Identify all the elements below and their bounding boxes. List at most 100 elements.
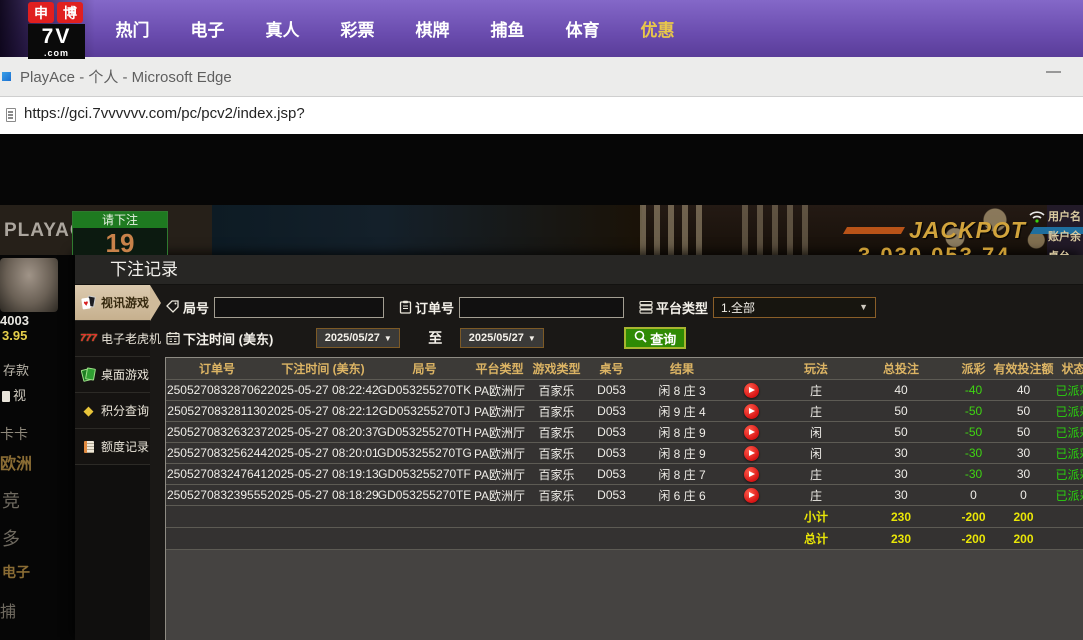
- date-from-button[interactable]: 2025/05/27 ▼: [316, 328, 401, 348]
- chevron-down-icon: ▼: [859, 302, 869, 312]
- sidebar-item-0[interactable]: ♥ 视讯游戏: [75, 285, 161, 321]
- date-to-value: 2025/05/27: [468, 332, 524, 344]
- replay-play-button[interactable]: [743, 403, 759, 419]
- replay-play-button[interactable]: [743, 424, 759, 440]
- grand-total-row: 总计 230 -200 200: [166, 528, 1083, 550]
- cell-status: [1046, 528, 1083, 549]
- cell-table-no: D053: [597, 467, 626, 481]
- replay-play-button[interactable]: [743, 466, 759, 482]
- bet-time-label: 下注时间 (美东): [183, 331, 274, 347]
- nav-item-7[interactable]: 优惠: [620, 16, 695, 41]
- cell-platform: PA欧洲厅: [473, 404, 526, 419]
- minimize-button[interactable]: —: [1046, 63, 1061, 80]
- casino-banner: PLAYACE 请下注 19 JACKPOT 3,030,053.74 用户名账…: [0, 205, 1083, 255]
- table-game-icon: [80, 367, 97, 382]
- background-fragment: 欧洲: [0, 456, 33, 473]
- search-button-label: 查询: [650, 331, 677, 347]
- cell-order-no: [166, 528, 268, 549]
- platform-type-label: 平台类型: [656, 300, 709, 316]
- cell-status: 已派彩: [1055, 446, 1083, 461]
- cell-total-bet: 30: [894, 467, 908, 481]
- logo-badge-right: 博: [57, 2, 83, 23]
- cell-table-no: [585, 528, 638, 549]
- cell-status: 状态: [1061, 362, 1083, 376]
- cell-total-bet: 总投注: [882, 362, 919, 376]
- cell-replay: [726, 380, 776, 400]
- cell-play-side: 庄: [809, 467, 822, 482]
- cell-round-no: 局号: [412, 362, 437, 376]
- nav-item-3[interactable]: 彩票: [320, 16, 395, 41]
- user-avatar[interactable]: [0, 258, 58, 312]
- cell-status: 已派彩: [1055, 467, 1083, 482]
- cell-bet-time: 2025-05-27 08:22:42: [267, 383, 379, 397]
- cell-result: 闲 8 庄 3: [658, 383, 706, 398]
- sidebar-item-label: 积分查询: [101, 404, 150, 418]
- table-header-row: 订单号 下注时间 (美东) 局号 平台类型 游戏类型 桌号 结果 玩法 总投注 派彩 有效投注额 状态: [166, 358, 1083, 380]
- cell-replay: [726, 358, 776, 379]
- replay-play-button[interactable]: [743, 445, 759, 461]
- browser-url-bar: https://gci.7vvvvvv.com/pc/pcv2/index.js…: [0, 97, 1083, 134]
- background-fragment: 多: [2, 529, 20, 549]
- cell-platform: [471, 528, 528, 549]
- order-no-input[interactable]: [459, 296, 625, 318]
- sidebar-item-2[interactable]: 桌面游戏: [75, 357, 150, 393]
- cell-total-bet: 30: [894, 446, 908, 460]
- jackpot-slash-left: [842, 227, 906, 234]
- replay-play-button[interactable]: [743, 487, 759, 503]
- cell-result: 闲 8 庄 9: [658, 425, 706, 440]
- nav-item-6[interactable]: 体育: [545, 16, 620, 41]
- sidebar-item-4[interactable]: 额度记录: [75, 429, 150, 465]
- banner-stripes: [742, 205, 814, 255]
- cell-bet-time: 2025-05-27 08:22:12: [267, 404, 379, 418]
- table-row: 250527083263237 2025-05-27 08:20:37 GD0532…: [166, 422, 1083, 443]
- replay-play-button[interactable]: [743, 382, 759, 398]
- cell-game-type: 百家乐: [538, 425, 575, 440]
- jackpot-label: JACKPOT: [909, 217, 1026, 243]
- cell-payout: -200: [961, 509, 986, 524]
- cell-platform: PA欧洲厅: [473, 383, 526, 398]
- cell-platform: PA欧洲厅: [473, 425, 526, 440]
- cell-replay: [726, 528, 776, 549]
- cell-bet-time: [268, 506, 378, 527]
- filters-panel: 局号 订单号 平台类型 1.全部 ▼ 下注时间 (美东) 2025/05/27 …: [166, 296, 1083, 349]
- cell-payout: 0: [970, 488, 977, 502]
- sidebar-item-3[interactable]: ◆ 积分查询: [75, 393, 150, 429]
- cell-total-bet: 50: [894, 404, 908, 418]
- play-icon: [749, 429, 755, 435]
- order-no-label: 订单号: [415, 300, 455, 316]
- cell-valid-bet: 30: [1016, 446, 1031, 460]
- cell-replay: [726, 464, 776, 484]
- cell-status: 已派彩: [1055, 488, 1083, 503]
- background-fragment: 卡卡: [0, 426, 28, 442]
- cell-round-no: GD053255270TJ: [378, 404, 471, 418]
- cell-game-type: [528, 506, 585, 527]
- cell-bet-time: 下注时间 (美东): [281, 362, 365, 376]
- cell-round-no: GD053255270TH: [377, 425, 472, 439]
- cell-valid-bet: 50: [1016, 425, 1031, 439]
- search-button[interactable]: 查询: [624, 327, 687, 349]
- cell-play-side: 小计: [803, 510, 828, 524]
- site-logo[interactable]: 申 博 7V .com: [28, 2, 85, 59]
- sidebar-item-1[interactable]: 777 电子老虎机: [75, 321, 161, 357]
- url-field[interactable]: https://gci.7vvvvvv.com/pc/pcv2/index.js…: [24, 105, 305, 122]
- platform-type-select[interactable]: 1.全部 ▼: [713, 296, 877, 318]
- play-icon: [749, 471, 755, 477]
- cell-valid-bet: 40: [1016, 383, 1031, 397]
- cell-status: 已派彩: [1055, 404, 1083, 419]
- banner-mid-panel: [212, 205, 642, 255]
- points-diamond-icon: ◆: [83, 403, 94, 418]
- cell-game-type: 百家乐: [538, 404, 575, 419]
- nav-item-5[interactable]: 捕鱼: [470, 16, 545, 41]
- cell-game-type: 百家乐: [538, 383, 575, 398]
- slot-777-icon: 777: [80, 333, 97, 344]
- nav-item-2[interactable]: 真人: [245, 16, 320, 41]
- nav-item-1[interactable]: 电子: [170, 16, 245, 41]
- bet-records-modal: 下注记录 ♥ 视讯游戏 777 电子老虎机 桌面游戏 ◆ 积分查询 额度记录 局号 订单号: [75, 255, 1083, 640]
- window-title: PlayAce - 个人 - Microsoft Edge: [20, 69, 232, 86]
- round-no-input[interactable]: [214, 296, 385, 318]
- cell-order-no: 250527083281130: [167, 404, 267, 418]
- nav-item-4[interactable]: 棋牌: [395, 16, 470, 41]
- cell-payout: -30: [964, 446, 983, 460]
- nav-item-0[interactable]: 热门: [95, 16, 170, 41]
- date-to-button[interactable]: 2025/05/27 ▼: [460, 328, 545, 348]
